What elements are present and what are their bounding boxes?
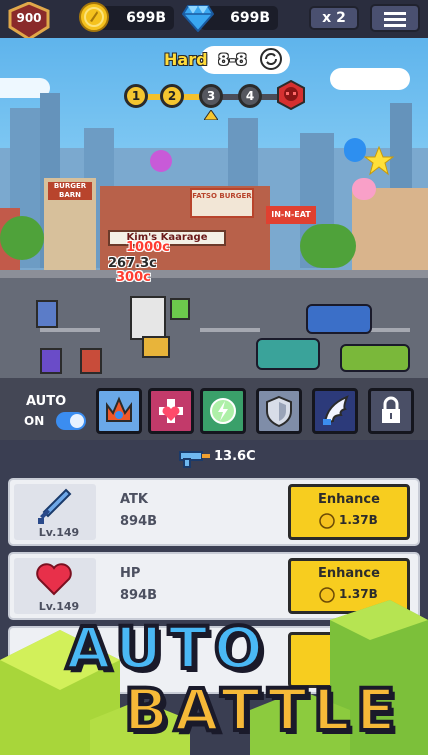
cloud: [330, 68, 410, 90]
star-balloon-icon: [364, 146, 394, 176]
burger-barn-sign: BURGER BARN: [48, 182, 92, 200]
current-stage-marker-icon: [204, 110, 218, 120]
skill-lightning-orb[interactable]: [200, 388, 246, 434]
menu-button[interactable]: [370, 4, 420, 32]
auto-state: ON: [24, 414, 45, 428]
gem-amount: 699B: [230, 10, 270, 26]
boss-skull-icon: [277, 80, 305, 110]
upgrade-icon-box: Lv.149: [14, 484, 96, 540]
building: [352, 188, 428, 278]
skill-locked[interactable]: [368, 388, 414, 434]
diamond-icon: [182, 5, 214, 32]
in-n-eat-sign: IN-N-EAT: [266, 206, 316, 224]
skill-flame-crown[interactable]: [96, 388, 142, 434]
flame-crown-icon: [106, 396, 132, 422]
coin-icon: [79, 2, 109, 32]
upgrade-card-atk: Lv.149 ATK 894B Enhance 1.37B: [8, 478, 420, 546]
enhance-label: Enhance: [318, 566, 380, 581]
toggle-knob: [70, 414, 84, 428]
battle-scene: Hard 8-8 1 2 3 4 BURGER BARN Kim's Kaara…: [0, 38, 428, 440]
ally-unit: [40, 348, 62, 374]
ally-unit: [36, 300, 58, 328]
upgrade-name: ATK: [120, 492, 148, 507]
enemy-monster: [340, 344, 410, 372]
lock-icon: [382, 396, 400, 423]
heart-cross-icon: [159, 399, 183, 423]
hero-pet: [142, 336, 170, 358]
damage-number: 1000c: [126, 240, 170, 255]
upgrade-level: Lv.149: [38, 526, 80, 539]
wing-icon: [323, 395, 349, 425]
auto-toggle[interactable]: [56, 412, 86, 430]
burger-barn-building: BURGER BARN: [44, 178, 96, 278]
stage-node: 2: [160, 84, 184, 108]
enemy-monster: [306, 304, 372, 334]
skill-heart-cross[interactable]: [148, 388, 194, 434]
tree: [0, 216, 44, 260]
tree: [300, 224, 356, 268]
dps-value: 13.6C: [214, 449, 256, 464]
lightning-orb-icon: [210, 398, 236, 424]
auto-label: AUTO: [26, 394, 67, 409]
ally-unit: [170, 298, 190, 320]
speed-multiplier-button[interactable]: x 2: [309, 6, 359, 30]
stage-node: 4: [238, 84, 262, 108]
stage-node-current: 3: [199, 84, 223, 108]
shield-icon: [266, 395, 292, 428]
fatso-burger-sign: FATSO BURGER: [190, 188, 254, 218]
enemy-monster: [256, 338, 320, 370]
enhance-cost: 1.37B: [339, 513, 378, 527]
upgrade-name: HP: [120, 566, 141, 581]
balloon: [150, 150, 172, 172]
refresh-icon[interactable]: [260, 48, 282, 70]
balloon: [344, 138, 366, 162]
banner-title-line2: BATTLE: [122, 674, 402, 746]
player-level-badge[interactable]: 900: [8, 2, 50, 40]
damage-number: 300c: [116, 270, 151, 285]
enhance-label: Enhance: [318, 492, 380, 507]
coin-icon: [319, 513, 335, 529]
stage-difficulty: Hard: [164, 50, 208, 69]
damage-number: 267.3c: [108, 256, 157, 271]
banner-title-line1: AUTO: [64, 612, 270, 684]
enhance-button-atk[interactable]: Enhance 1.37B: [288, 484, 410, 540]
auto-battle-banner: AUTO BATTLE: [0, 600, 428, 755]
heart-icon: [36, 563, 72, 596]
coin-amount: 699B: [126, 10, 166, 26]
enhance-cost: 1.37B: [339, 587, 378, 601]
road-marking: [40, 328, 100, 332]
balloon: [352, 178, 376, 200]
player-level: 900: [16, 11, 42, 25]
ally-unit: [80, 348, 102, 374]
hero-character: [130, 296, 166, 340]
road-marking: [200, 328, 260, 332]
gun-icon: [179, 451, 210, 468]
skill-shield[interactable]: [256, 388, 302, 434]
upgrade-value: 894B: [120, 514, 158, 529]
stage-node: 1: [124, 84, 148, 108]
stage-number: 8-8: [218, 50, 247, 69]
sword-icon: [38, 488, 72, 524]
skill-wing[interactable]: [312, 388, 358, 434]
